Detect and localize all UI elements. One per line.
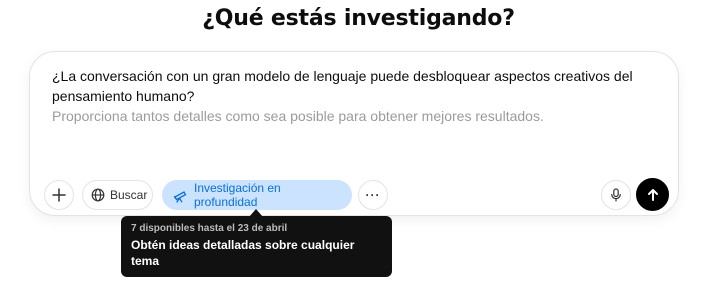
- more-options-button[interactable]: ···: [358, 180, 388, 210]
- composer-box[interactable]: ¿La conversación con un gran modelo de l…: [29, 51, 679, 216]
- search-button[interactable]: Buscar: [82, 180, 153, 210]
- deep-research-label: Investigación en profundidad: [194, 181, 281, 209]
- prompt-text[interactable]: ¿La conversación con un gran modelo de l…: [52, 66, 652, 106]
- page-title: ¿Qué estás investigando?: [202, 6, 515, 31]
- deep-research-button[interactable]: Investigación en profundidad: [162, 180, 352, 210]
- tooltip-availability: 7 disponibles hasta el 23 de abril: [131, 223, 288, 234]
- add-button[interactable]: [44, 180, 74, 210]
- plus-icon: [52, 188, 66, 202]
- arrow-up-icon: [646, 188, 660, 202]
- prompt-placeholder: Proporciona tantos detalles como sea pos…: [52, 108, 544, 124]
- microphone-icon: [610, 188, 622, 202]
- deep-research-tooltip: 7 disponibles hasta el 23 de abril Obtén…: [121, 216, 392, 277]
- telescope-icon: [173, 188, 188, 203]
- microphone-button[interactable]: [601, 180, 631, 210]
- send-button[interactable]: [636, 178, 669, 211]
- tooltip-description: Obtén ideas detalladas sobre cualquier t…: [131, 238, 355, 268]
- globe-icon: [91, 188, 105, 202]
- search-button-label: Buscar: [110, 188, 148, 202]
- more-icon: ···: [365, 188, 381, 202]
